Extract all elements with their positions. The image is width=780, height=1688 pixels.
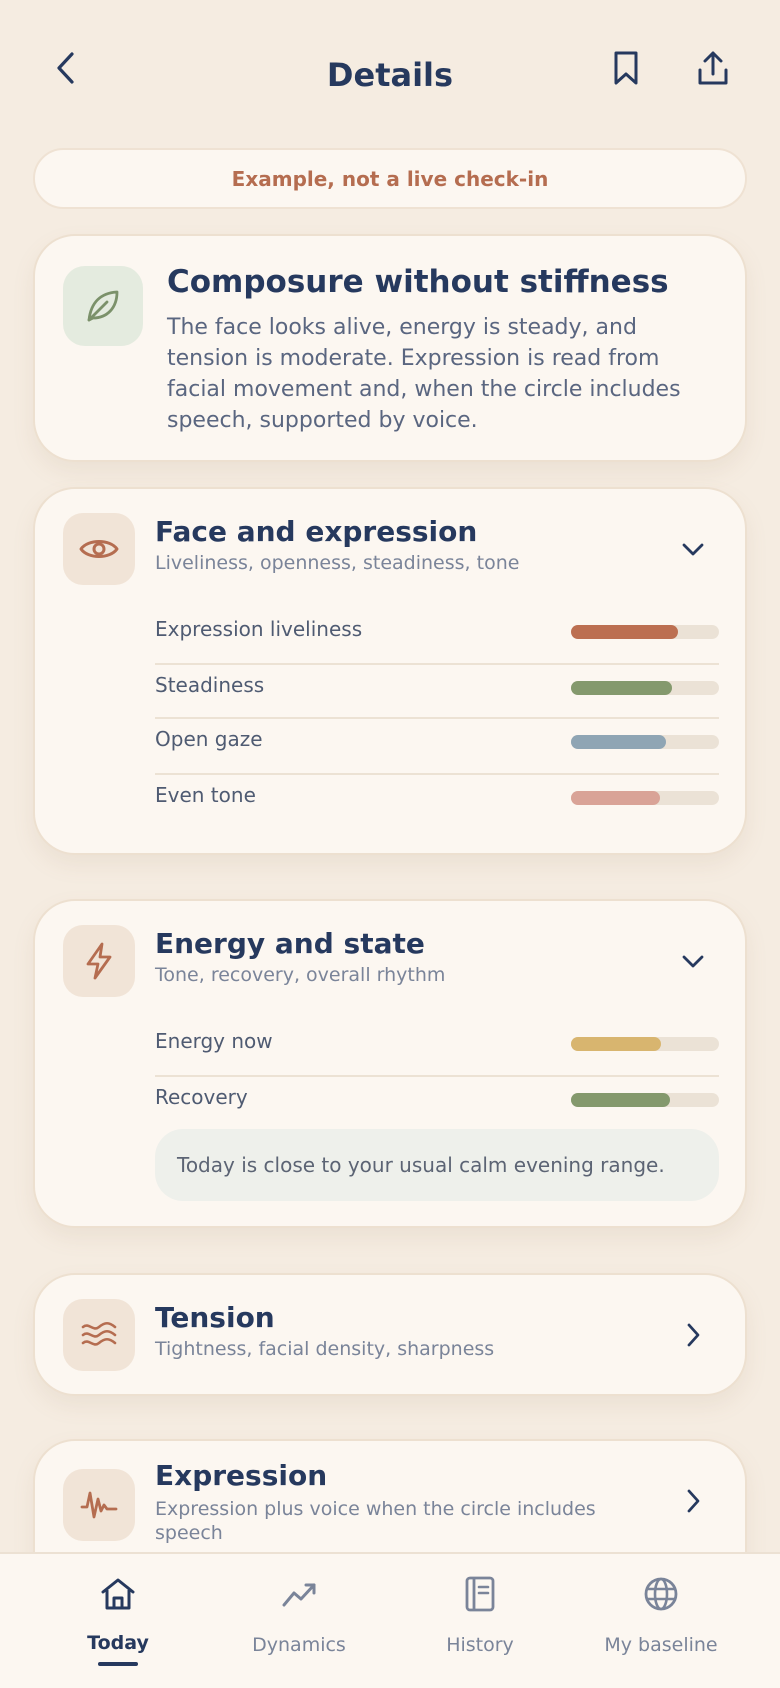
tab-label: History (446, 1634, 514, 1656)
metric-row: Even tone (155, 771, 719, 827)
bottom-tab-bar: Today Dynamics History My baseline (0, 1552, 780, 1688)
metric-label: Energy now (155, 1029, 273, 1053)
metric-bar-fill (571, 681, 672, 695)
summary-description: The face looks alive, energy is steady, … (167, 315, 681, 433)
metric-label: Even tone (155, 783, 256, 807)
tab-label: Today (87, 1632, 149, 1654)
top-bar: Details (0, 0, 780, 140)
metric-row: Energy now (155, 1017, 719, 1073)
metric-row: Open gaze (155, 715, 719, 771)
chevron-right-icon (687, 1489, 700, 1513)
tab-label: My baseline (604, 1634, 718, 1656)
section-title: Energy and state (155, 927, 425, 960)
active-tab-indicator (98, 1662, 138, 1666)
metric-bar (571, 625, 719, 639)
metric-bar-fill (571, 625, 678, 639)
leaf-icon (87, 290, 119, 322)
metric-label: Recovery (155, 1085, 248, 1109)
section-icon-box (63, 1469, 135, 1541)
eye-icon (79, 540, 119, 558)
open-button[interactable] (675, 1317, 711, 1353)
journal-icon (460, 1574, 500, 1614)
section-subtitle: Tone, recovery, overall rhythm (155, 964, 446, 986)
home-icon (98, 1574, 138, 1614)
waveform-icon (80, 1491, 118, 1519)
bookmark-button[interactable] (606, 46, 646, 90)
waves-icon (81, 1321, 117, 1346)
metric-label: Open gaze (155, 727, 263, 751)
section-tension[interactable]: Tension Tightness, facial density, sharp… (33, 1273, 747, 1396)
insight-note: Today is close to your usual calm evenin… (155, 1129, 719, 1201)
metric-bar (571, 735, 719, 749)
collapse-button[interactable] (675, 943, 711, 979)
globe-icon (641, 1574, 681, 1614)
metric-bar (571, 1093, 719, 1107)
example-banner: Example, not a live check-in (33, 148, 747, 209)
trend-icon (279, 1574, 319, 1614)
section-subtitle: Expression plus voice when the circle in… (155, 1498, 596, 1544)
summary-card: Composure without stiffness The face loo… (33, 234, 747, 462)
metric-bar-fill (571, 1037, 662, 1051)
metric-bar (571, 681, 719, 695)
summary-icon-box (63, 266, 143, 346)
section-icon-box (63, 925, 135, 997)
share-button[interactable] (692, 46, 734, 90)
tab-label: Dynamics (252, 1634, 346, 1656)
bookmark-icon (614, 51, 638, 85)
chevron-right-icon (687, 1323, 700, 1347)
tab-dynamics[interactable]: Dynamics (209, 1554, 389, 1688)
tab-today[interactable]: Today (28, 1554, 208, 1688)
metric-row: Steadiness (155, 661, 719, 717)
collapse-button[interactable] (675, 531, 711, 567)
section-subtitle: Tightness, facial density, sharpness (155, 1338, 495, 1360)
summary-title: Composure without stiffness (167, 264, 669, 300)
tab-my-baseline[interactable]: My baseline (571, 1554, 751, 1688)
metric-label: Steadiness (155, 673, 265, 697)
section-title: Expression (155, 1459, 328, 1492)
section-face-expression: Face and expression Liveliness, openness… (33, 487, 747, 855)
metric-bar (571, 791, 719, 805)
metric-bar-fill (571, 791, 660, 805)
metric-bar (571, 1037, 719, 1051)
metric-bar-fill (571, 735, 666, 749)
section-subtitle: Liveliness, openness, steadiness, tone (155, 552, 520, 574)
section-title: Tension (155, 1301, 275, 1334)
section-energy-state: Energy and state Tone, recovery, overall… (33, 899, 747, 1228)
open-button[interactable] (675, 1483, 711, 1519)
metric-row: Recovery (155, 1073, 719, 1129)
metric-row: Expression liveliness (155, 605, 719, 661)
chevron-down-icon (682, 955, 704, 968)
metric-label: Expression liveliness (155, 617, 363, 641)
section-icon-box (63, 513, 135, 585)
share-icon (698, 51, 728, 85)
section-title: Face and expression (155, 515, 478, 548)
metric-bar-fill (571, 1093, 671, 1107)
page-title: Details (326, 56, 454, 94)
section-icon-box (63, 1299, 135, 1371)
chevron-down-icon (682, 543, 704, 556)
lightning-icon (86, 942, 112, 980)
tab-history[interactable]: History (390, 1554, 570, 1688)
